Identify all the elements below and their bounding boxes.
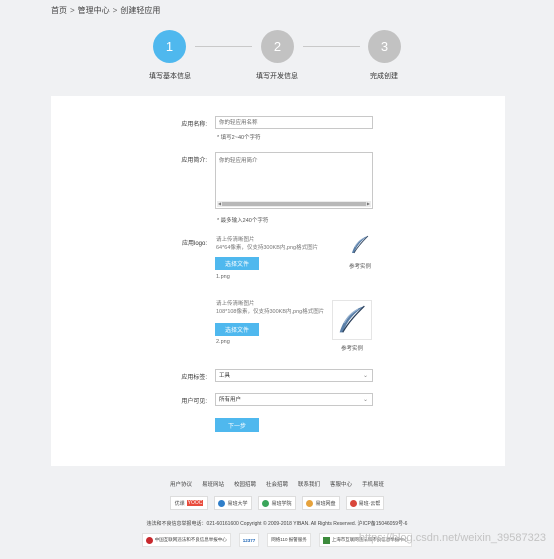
step-3-circle: 3 bbox=[368, 30, 401, 63]
logo-108-example-label: 参考实例 bbox=[340, 346, 363, 352]
app-intro-label: 应用简介: bbox=[181, 158, 207, 164]
footer-link[interactable]: 联系我们 bbox=[298, 480, 320, 488]
breadcrumb: 首页 > 管理中心 > 创建轻应用 bbox=[51, 5, 160, 16]
partner-prefix: 优课 bbox=[174, 500, 185, 507]
footer-link[interactable]: 客服中心 bbox=[330, 480, 352, 488]
footer-link[interactable]: 手机易班 bbox=[362, 480, 384, 488]
app-tag-select[interactable]: 工具 ⌄ bbox=[215, 369, 373, 382]
footer-link[interactable]: 社会招聘 bbox=[266, 480, 288, 488]
horizontal-scrollbar[interactable]: ◀ ▶ bbox=[217, 201, 371, 207]
app-tag-label: 应用标签: bbox=[181, 375, 207, 381]
partner-name: 易班·云帮 bbox=[358, 500, 381, 507]
feather-icon bbox=[339, 305, 365, 333]
partner-logo-yooc[interactable]: 优课 YOOC bbox=[170, 496, 208, 510]
app-name-label: 应用名称: bbox=[181, 122, 207, 128]
logo-icon bbox=[262, 499, 270, 507]
scroll-right-icon[interactable]: ▶ bbox=[367, 201, 370, 207]
breadcrumb-separator: > bbox=[70, 6, 75, 15]
partner-name: 易班网盘 bbox=[315, 500, 336, 507]
partner-logo-university[interactable]: 易班大学 bbox=[214, 496, 252, 510]
chevron-down-icon: ⌄ bbox=[362, 397, 368, 403]
app-name-input[interactable]: 你的轻应用名称 bbox=[215, 116, 373, 129]
logo-icon bbox=[306, 499, 314, 507]
badge-text: 中国互联网违法和不良信息举报中心 bbox=[154, 537, 227, 542]
form-card: 应用名称: 你的轻应用名称 * 填写2~40个字符 应用简介: 你的轻应用简介 … bbox=[51, 96, 505, 466]
step-2-label: 填写开发信息 bbox=[256, 73, 298, 80]
logo-108-line1: 请上传清晰图片 bbox=[216, 301, 255, 307]
chevron-down-icon: ⌄ bbox=[362, 373, 368, 379]
shield-icon bbox=[145, 536, 153, 544]
badge-12377[interactable]: 12377 bbox=[238, 533, 260, 547]
logo-icon bbox=[218, 499, 226, 507]
logo-108-example-image bbox=[332, 300, 372, 340]
footer-link[interactable]: 易班网站 bbox=[202, 480, 224, 488]
logo-108-instructions: 请上传清晰图片 108*108像素，仅支持300KB内,png格式图片 bbox=[216, 300, 324, 316]
partner-logos: 优课 YOOC 易班大学 易班学院 易班网盘 易班·云帮 bbox=[0, 496, 554, 510]
badge-text: 网络110 报警服务 bbox=[271, 537, 307, 542]
step-indicator: 1 2 3 填写基本信息 填写开发信息 完成创建 bbox=[0, 29, 554, 89]
step-1-label: 填写基本信息 bbox=[149, 73, 191, 80]
footer-link[interactable]: 用户协议 bbox=[170, 480, 192, 488]
app-intro-hint: * 最多输入240个字符 bbox=[217, 218, 269, 224]
app-name-hint: * 填写2~40个字符 bbox=[217, 135, 261, 141]
breadcrumb-home[interactable]: 首页 bbox=[51, 5, 67, 16]
logo-64-line2: 64*64像素，仅支持300KB内,png格式图片 bbox=[216, 245, 319, 251]
scrollbar-thumb[interactable] bbox=[222, 202, 366, 206]
app-tag-value: 工具 bbox=[219, 373, 231, 379]
scroll-left-icon[interactable]: ◀ bbox=[218, 201, 221, 207]
badge-police[interactable]: 网络110 报警服务 bbox=[267, 533, 311, 547]
user-visible-select[interactable]: 所有用户 ⌄ bbox=[215, 393, 373, 406]
logo-64-example-label: 参考实例 bbox=[348, 264, 371, 270]
breadcrumb-manage[interactable]: 管理中心 bbox=[78, 5, 110, 16]
logo-108-line2: 108*108像素，仅支持300KB内,png格式图片 bbox=[216, 309, 325, 315]
partner-logo-netdisk[interactable]: 易班网盘 bbox=[302, 496, 340, 510]
step-connector bbox=[195, 46, 252, 47]
partner-logo-college[interactable]: 易班学院 bbox=[258, 496, 296, 510]
breadcrumb-separator: > bbox=[112, 6, 118, 15]
step-2-circle: 2 bbox=[261, 30, 294, 63]
partner-name: 易班大学 bbox=[227, 500, 248, 507]
feather-icon bbox=[352, 235, 369, 254]
logo-icon bbox=[349, 499, 357, 507]
logo-64-line1: 请上传清晰图片 bbox=[216, 237, 255, 243]
next-step-button[interactable]: 下一步 bbox=[215, 418, 259, 432]
breadcrumb-current: 创建轻应用 bbox=[120, 6, 161, 15]
step-connector bbox=[303, 46, 360, 47]
logo-64-instructions: 请上传清晰图片 64*64像素，仅支持300KB内,png格式图片 bbox=[216, 236, 318, 252]
app-intro-text: 你的轻应用简介 bbox=[219, 158, 258, 164]
watermark-text: https://blog.csdn.net/weixin_39587323 bbox=[358, 532, 546, 544]
user-visible-label: 用户可见: bbox=[181, 399, 207, 405]
choose-file-108-button[interactable]: 选择文件 bbox=[215, 323, 259, 336]
logo-64-example-image bbox=[348, 233, 372, 257]
badge-text: 12377 bbox=[242, 537, 256, 543]
logo-64-filename: 1.png bbox=[216, 274, 230, 280]
user-visible-value: 所有用户 bbox=[219, 397, 242, 403]
choose-file-64-button[interactable]: 选择文件 bbox=[215, 257, 259, 270]
app-logo-label: 应用logo: bbox=[181, 241, 207, 247]
flag-icon bbox=[322, 536, 330, 544]
partner-name: YOOC bbox=[186, 500, 204, 506]
step-3-label: 完成创建 bbox=[370, 73, 398, 80]
footer-link[interactable]: 校园招聘 bbox=[234, 480, 256, 488]
step-1-circle: 1 bbox=[153, 30, 186, 63]
app-intro-textarea[interactable]: 你的轻应用简介 ◀ ▶ bbox=[215, 152, 373, 209]
copyright-text: 违法和不良信息举报电话：021-60161600 Copyright © 200… bbox=[146, 521, 408, 527]
logo-108-filename: 2.png bbox=[216, 339, 230, 345]
partner-name: 易班学院 bbox=[271, 500, 292, 507]
footer-links: 用户协议 易班网站 校园招聘 社会招聘 联系我们 客服中心 手机易班 bbox=[0, 480, 554, 488]
badge-report-center[interactable]: 中国互联网违法和不良信息举报中心 bbox=[141, 533, 231, 547]
partner-logo-cloud[interactable]: 易班·云帮 bbox=[346, 496, 384, 510]
